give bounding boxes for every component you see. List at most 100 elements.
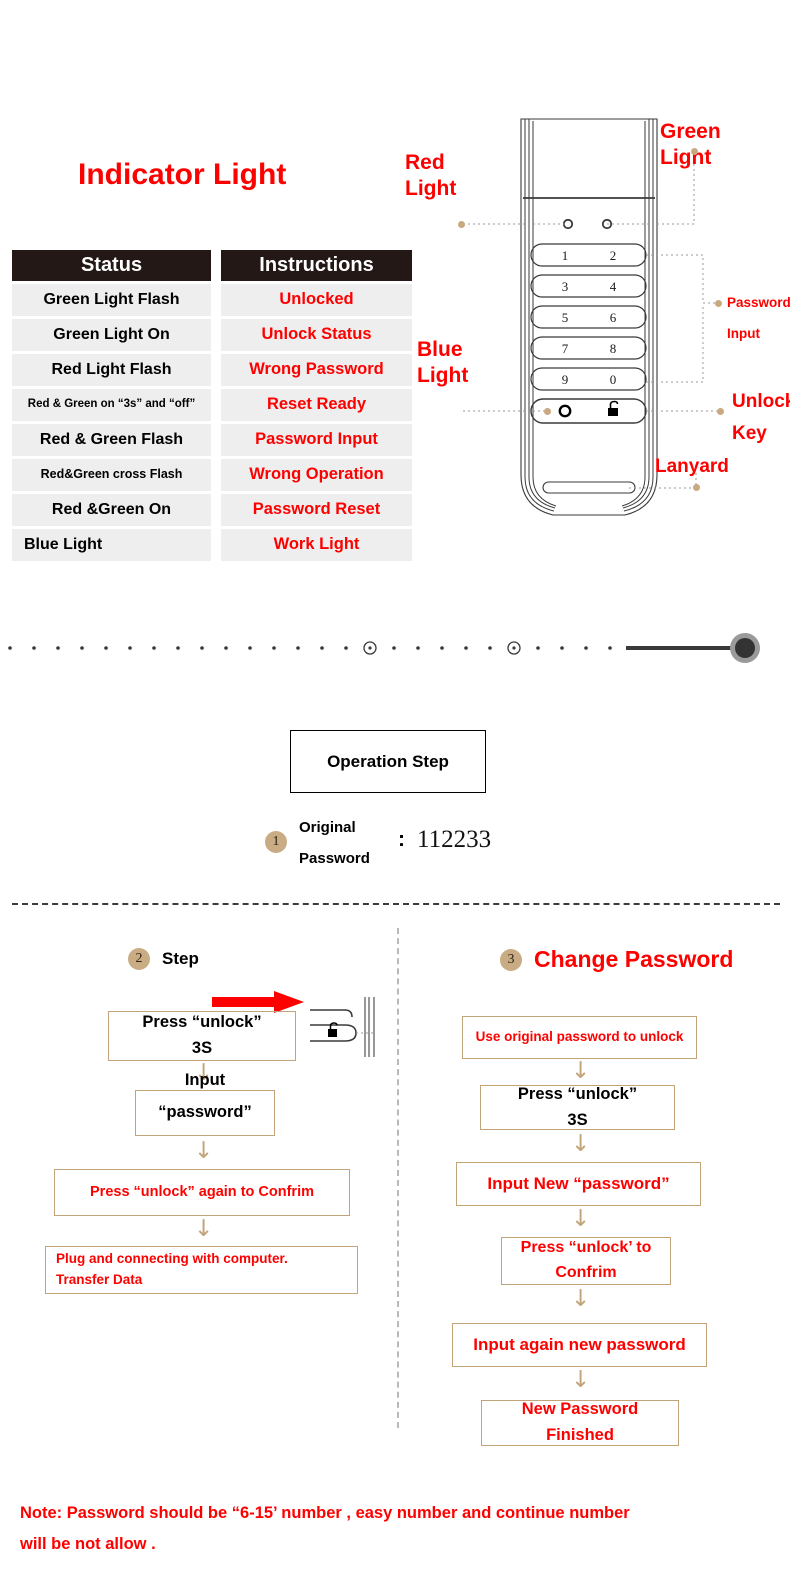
status-cell: Red&Green cross Flash: [12, 459, 211, 491]
left-flow-box-4-line-1: Plug and connecting with computer.: [56, 1251, 288, 1267]
status-cell: Red & Green Flash: [12, 424, 211, 456]
right-flow-box-6: New Password Finished: [481, 1400, 679, 1446]
keypad-digit-9: 9: [562, 372, 569, 387]
page-title: Indicator Light: [78, 158, 287, 191]
instruction-cell: Reset Ready: [221, 389, 412, 421]
operation-step-box: Operation Step: [290, 730, 486, 793]
callout-lanyard: Lanyard: [655, 456, 729, 477]
left-flow-box-4-line-2: Transfer Data: [56, 1272, 143, 1287]
right-flow-box-6-line-1: New Password: [521, 1400, 639, 1419]
status-cell: Red & Green on “3s” and “off”: [12, 389, 211, 421]
right-flow-box-2-line-2: 3S: [567, 1110, 588, 1129]
right-flow-arrow-4: ↓: [571, 1286, 591, 1312]
usb-fragment-illustration: [300, 985, 380, 1080]
left-flow-arrow-2: ↓: [194, 1138, 214, 1164]
right-flow-arrow-3: ↓: [571, 1206, 591, 1232]
callout-dot-blue: [544, 408, 551, 415]
left-flow-box-2-line-2: “password”: [158, 1103, 252, 1122]
callout-dot-unlock: [717, 408, 724, 415]
left-flow-box-1: Press “unlock” 3S: [108, 1011, 296, 1061]
table-row: Red&Green cross Flash Wrong Operation: [12, 459, 412, 491]
original-password-row: 1 Original Password : 112233: [265, 812, 695, 874]
callout-dot-green: [691, 148, 698, 155]
left-flow-box-3-line-1: Press “unlock” again to Confrim: [90, 1184, 314, 1201]
original-password-label-line2: Password: [299, 850, 370, 867]
callout-red-light: Red Light: [405, 151, 457, 200]
right-flow-box-1: Use original password to unlock: [462, 1016, 697, 1059]
keypad-digit-1: 1: [562, 248, 569, 263]
table-row: Green Light Flash Unlocked: [12, 284, 412, 316]
table-row: Red Light Flash Wrong Password: [12, 354, 412, 386]
device-illustration: 1 2 3 4 5 6 7 8 9 0 Red Light Green Light Blu…: [405, 105, 790, 525]
keypad-digit-7: 7: [562, 341, 569, 356]
keypad-digit-8: 8: [610, 341, 617, 356]
status-cell: Green Light On: [12, 319, 211, 351]
right-flow-box-3-line-1: Input New “password”: [487, 1173, 670, 1193]
callout-password-input-line2: Input: [727, 326, 760, 341]
left-flow-box-1-line-1: Press “unlock”: [142, 1013, 262, 1032]
vertical-dashed-divider: [397, 928, 399, 1428]
table-row: Red &Green On Password Reset: [12, 494, 412, 526]
right-flow-box-4-line-2: Confrim: [555, 1264, 617, 1281]
step-number-2-badge: 2: [128, 948, 150, 970]
right-flow-box-5: Input again new password: [452, 1323, 707, 1367]
callout-dot-lanyard: [693, 484, 700, 491]
column-header-status: Status: [12, 250, 211, 281]
status-cell: Green Light Flash: [12, 284, 211, 316]
callout-unlock-key-line2: Key: [732, 423, 767, 444]
callout-unlock-key-line1: Unlock: [732, 391, 790, 412]
right-flow-arrow-5: ↓: [571, 1367, 591, 1393]
right-flow-heading-text: Change Password: [534, 946, 734, 972]
step-number-1-badge: 1: [265, 831, 287, 853]
keypad-digit-5: 5: [562, 310, 569, 325]
table-row: Red & Green on “3s” and “off” Reset Read…: [12, 389, 412, 421]
original-password-colon: :: [398, 828, 405, 851]
right-flow-box-1-line-1: Use original password to unlock: [475, 1029, 684, 1045]
original-password-label: Original Password: [299, 812, 399, 874]
unlock-padlock-icon: [608, 400, 619, 416]
original-password-label-line1: Original: [299, 819, 356, 836]
right-flow-box-6-line-2: Finished: [546, 1426, 614, 1444]
horizontal-dashed-divider: [12, 903, 780, 905]
instruction-cell: Password Reset: [221, 494, 412, 526]
power-circle-icon: [558, 404, 572, 418]
right-flow-arrow-1: ↓: [571, 1058, 591, 1084]
left-flow-box-4: Plug and connecting with computer. Trans…: [45, 1246, 358, 1294]
bottom-note-line-1: Note: Password should be “6-15’ number ,…: [20, 1504, 630, 1522]
instruction-cell: Password Input: [221, 424, 412, 456]
operation-step-label: Operation Step: [327, 751, 449, 771]
left-flow-box-3: Press “unlock” again to Confrim: [54, 1169, 350, 1216]
callout-dot-red: [458, 221, 465, 228]
keypad-digit-0: 0: [610, 372, 617, 387]
table-header-row: Status Instructions: [12, 250, 412, 281]
keypad-digit-3: 3: [562, 279, 569, 294]
table-row: Blue Light Work Light: [12, 529, 412, 561]
step-number-3-badge: 3: [500, 948, 522, 971]
keypad-digit-4: 4: [610, 279, 617, 294]
instruction-cell: Wrong Password: [221, 354, 412, 386]
status-cell: Red &Green On: [12, 494, 211, 526]
callout-dot-password: [715, 300, 722, 307]
table-row: Green Light On Unlock Status: [12, 319, 412, 351]
left-flow-box-2-line-1: Input: [184, 1071, 226, 1089]
left-flow-heading: 2 Step: [128, 948, 199, 970]
status-cell: Red Light Flash: [12, 354, 211, 386]
original-password-value: 112233: [417, 826, 492, 853]
indicator-light-table: Status Instructions Green Light Flash Un…: [12, 250, 412, 564]
left-flow-box-2: Input “password”: [135, 1071, 275, 1136]
decorative-dotted-separator: [0, 628, 790, 668]
right-flow-box-3: Input New “password”: [456, 1162, 701, 1206]
callout-password-input-line1: Password: [727, 295, 790, 310]
instruction-cell: Wrong Operation: [221, 459, 412, 491]
instruction-cell: Work Light: [221, 529, 412, 561]
right-flow-box-4: Press “unlock’ to Confrim: [501, 1237, 671, 1285]
table-row: Red & Green Flash Password Input: [12, 424, 412, 456]
left-flow-heading-text: Step: [162, 949, 199, 968]
bottom-note-line-2: will be not allow .: [20, 1535, 156, 1553]
right-flow-box-2: Press “unlock” 3S: [480, 1085, 675, 1130]
instruction-cell: Unlocked: [221, 284, 412, 316]
left-flow-arrow-3: ↓: [194, 1216, 214, 1242]
right-flow-arrow-2: ↓: [571, 1131, 591, 1157]
status-cell: Blue Light: [12, 529, 211, 561]
callout-green-light: Green Light: [660, 120, 721, 169]
